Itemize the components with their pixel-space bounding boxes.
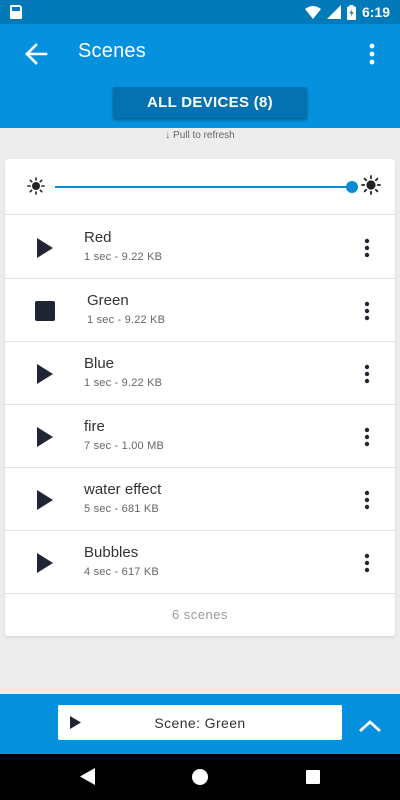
clock: 6:19 [361, 4, 390, 20]
play-button[interactable] [31, 549, 59, 577]
app-bar: Scenes ALL DEVICES (8) [0, 24, 400, 128]
play-button[interactable] [31, 423, 59, 451]
brightness-slider-track[interactable] [55, 186, 352, 188]
scenes-card: Red 1 sec - 9.22 KB Green 1 sec - 9.22 K… [5, 159, 395, 636]
stop-icon [35, 301, 55, 321]
all-devices-button[interactable]: ALL DEVICES (8) [113, 87, 307, 118]
stop-button[interactable] [31, 297, 59, 325]
wifi-icon [304, 5, 321, 19]
more-vert-icon [364, 301, 370, 321]
scene-list: Red 1 sec - 9.22 KB Green 1 sec - 9.22 K… [5, 216, 395, 594]
scene-row-fire[interactable]: fire 7 sec - 1.00 MB [5, 405, 395, 468]
scene-name: fire [84, 418, 105, 435]
more-vert-icon [364, 427, 370, 447]
sd-card-icon [10, 5, 22, 19]
expand-button[interactable] [356, 712, 384, 740]
more-vert-icon [364, 490, 370, 510]
play-button[interactable] [31, 360, 59, 388]
arrow-left-icon [25, 43, 48, 65]
nav-back-icon[interactable] [80, 768, 95, 785]
now-playing-bar: Scene: Green [0, 694, 400, 754]
scene-meta: 5 sec - 681 KB [84, 503, 159, 515]
scene-name: Green [87, 292, 129, 309]
brightness-high-icon [361, 175, 381, 195]
back-button[interactable] [18, 36, 54, 72]
scene-row-green[interactable]: Green 1 sec - 9.22 KB [5, 279, 395, 342]
scene-row-red[interactable]: Red 1 sec - 9.22 KB [5, 216, 395, 279]
scene-meta: 7 sec - 1.00 MB [84, 440, 165, 452]
scene-options-button[interactable] [359, 234, 375, 262]
chevron-up-icon [359, 720, 381, 733]
brightness-slider-thumb[interactable] [346, 181, 358, 193]
brightness-low-icon [27, 177, 45, 195]
play-icon [37, 427, 53, 447]
scene-options-button[interactable] [359, 486, 375, 514]
nav-home-icon[interactable] [192, 769, 208, 785]
scene-options-button[interactable] [359, 423, 375, 451]
more-vert-icon [364, 553, 370, 573]
now-playing-box[interactable]: Scene: Green [58, 705, 342, 740]
scene-meta: 1 sec - 9.22 KB [84, 251, 163, 263]
play-button[interactable] [31, 234, 59, 262]
scene-options-button[interactable] [359, 297, 375, 325]
more-vert-icon [369, 43, 375, 65]
scene-row-blue[interactable]: Blue 1 sec - 9.22 KB [5, 342, 395, 405]
scene-meta: 4 sec - 617 KB [84, 566, 159, 578]
page-title: Scenes [78, 40, 146, 62]
status-icons: 6:19 [304, 3, 390, 21]
pull-to-refresh-hint: ↓ Pull to refresh [165, 130, 235, 141]
scene-row-bubbles[interactable]: Bubbles 4 sec - 617 KB [5, 531, 395, 594]
scene-meta: 1 sec - 9.22 KB [84, 377, 163, 389]
scene-options-button[interactable] [359, 549, 375, 577]
more-vert-icon [364, 364, 370, 384]
scene-name: Blue [84, 355, 115, 372]
play-button[interactable] [31, 486, 59, 514]
scene-meta: 1 sec - 9.22 KB [87, 314, 166, 326]
scene-name: Red [84, 229, 112, 246]
play-icon [37, 238, 53, 258]
nav-recents-icon[interactable] [306, 770, 320, 784]
play-icon [37, 553, 53, 573]
signal-icon [326, 5, 341, 19]
scene-name: Bubbles [84, 544, 139, 561]
scene-row-water-effect[interactable]: water effect 5 sec - 681 KB [5, 468, 395, 531]
system-nav-bar [0, 754, 400, 800]
brightness-row [5, 159, 395, 215]
scene-name: water effect [84, 481, 162, 498]
play-icon [37, 364, 53, 384]
battery-icon [346, 4, 356, 20]
play-icon[interactable] [70, 716, 81, 729]
scene-count: 6 scenes [171, 607, 229, 622]
status-bar: 6:19 [0, 0, 400, 24]
play-icon [37, 490, 53, 510]
overflow-menu-button[interactable] [364, 36, 380, 72]
scene-options-button[interactable] [359, 360, 375, 388]
now-playing-label: Scene: Green [154, 714, 246, 731]
more-vert-icon [364, 238, 370, 258]
